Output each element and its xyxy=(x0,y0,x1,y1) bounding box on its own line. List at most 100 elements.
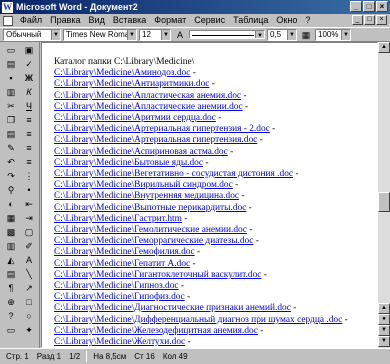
file-link[interactable]: C:\Library\Medicine\Гипноз.doc xyxy=(54,281,179,291)
menu-tools[interactable]: Сервис xyxy=(190,14,229,27)
menu-format[interactable]: Формат xyxy=(150,14,190,27)
line-width-select[interactable]: 0,5 ▼ xyxy=(267,28,297,41)
border-icon[interactable]: ▢ xyxy=(22,226,36,238)
file-link[interactable]: C:\Library\Medicine\Бытовые яды.doc xyxy=(54,158,203,168)
scroll-thumb[interactable] xyxy=(378,192,390,212)
chevron-down-icon[interactable]: ▼ xyxy=(287,29,296,40)
doc-minimize-button[interactable]: _ xyxy=(352,15,363,25)
file-link[interactable]: C:\Library\Medicine\Гепатит А.doc xyxy=(54,259,190,269)
prev-page-icon[interactable]: ▲ xyxy=(378,303,390,314)
chevron-down-icon[interactable]: ▼ xyxy=(127,29,136,40)
line-style-select[interactable]: ▼ xyxy=(189,30,265,39)
line-icon[interactable]: ╲ xyxy=(22,268,36,280)
maximize-button[interactable]: □ xyxy=(363,1,375,12)
bullets-icon[interactable]: • xyxy=(22,184,36,196)
table-icon[interactable]: ▦ xyxy=(4,212,18,224)
file-link[interactable]: C:\Library\Medicine\Гемолитические анеми… xyxy=(54,225,247,235)
file-link[interactable]: C:\Library\Medicine\Геморрагические диат… xyxy=(54,236,253,246)
oval-icon[interactable]: ○ xyxy=(22,310,36,322)
paste-icon[interactable]: ▤ xyxy=(4,128,18,140)
browse-object-icon[interactable]: ● xyxy=(378,314,390,325)
new-icon[interactable]: ▭ xyxy=(4,44,18,56)
file-link[interactable]: C:\Library\Medicine\Аспириновая астма.do… xyxy=(54,147,228,157)
document-icon[interactable] xyxy=(3,15,13,26)
style-select[interactable]: Обычный ▼ xyxy=(3,28,61,41)
vertical-scrollbar[interactable]: ▲ ▲ ● ▼ ▼ xyxy=(378,42,390,348)
file-link[interactable]: C:\Library\Medicine\Апластические анемии… xyxy=(54,102,243,112)
menu-table[interactable]: Таблица xyxy=(229,14,272,27)
next-page-icon[interactable]: ▼ xyxy=(378,325,390,336)
numbering-icon[interactable]: ⋮ xyxy=(22,170,36,182)
show-hide-icon[interactable]: ¶ xyxy=(4,282,18,294)
file-link[interactable]: C:\Library\Medicine\Желтухи.doc xyxy=(54,337,185,347)
file-link[interactable]: C:\Library\Medicine\Аритмии сердца.doc xyxy=(54,113,216,123)
border-icon[interactable]: ▦ xyxy=(299,29,313,41)
scroll-down-icon[interactable]: ▼ xyxy=(378,336,390,347)
align-left-icon[interactable]: ≡ xyxy=(22,114,36,126)
help-icon[interactable]: ? xyxy=(4,310,18,322)
indent-icon[interactable]: ⇥ xyxy=(22,212,36,224)
columns-icon[interactable]: ▥ xyxy=(4,240,18,252)
italic-icon[interactable]: К xyxy=(22,86,36,98)
justify-icon[interactable]: ≡ xyxy=(22,156,36,168)
file-link[interactable]: C:\Library\Medicine\Апластическая анемия… xyxy=(54,91,241,101)
file-link[interactable]: C:\Library\Medicine\Гигантоклеточный вас… xyxy=(54,270,261,280)
font-select[interactable]: Times New Roman ▼ xyxy=(63,28,137,41)
link-icon[interactable]: ⚲ xyxy=(4,184,18,196)
drawing-icon[interactable]: ◭ xyxy=(4,254,18,266)
highlight-icon[interactable]: ✐ xyxy=(22,240,36,252)
file-link[interactable]: C:\Library\Medicine\Артериальная гиперте… xyxy=(54,135,257,145)
menu-view[interactable]: Вид xyxy=(85,14,109,27)
menu-insert[interactable]: Вставка xyxy=(109,14,150,27)
chevron-down-icon[interactable]: ▼ xyxy=(255,31,264,38)
file-link[interactable]: C:\Library\Medicine\Дифференциальный диа… xyxy=(54,315,342,325)
file-link[interactable]: C:\Library\Medicine\Внутренняя медицина.… xyxy=(54,191,239,201)
menu-help[interactable]: ? xyxy=(301,14,314,27)
align-center-icon[interactable]: ≡ xyxy=(22,128,36,140)
file-link[interactable]: C:\Library\Medicine\Антиаритмики.doc xyxy=(54,79,209,89)
outdent-icon[interactable]: ⇤ xyxy=(22,198,36,210)
file-link[interactable]: C:\Library\Medicine\Диагностические приз… xyxy=(54,303,291,313)
document-content[interactable]: Каталог папки C:\Library\Medicine\ C:\Li… xyxy=(54,57,375,347)
zoom-select[interactable]: 100% ▼ xyxy=(315,28,351,41)
chevron-down-icon[interactable]: ▼ xyxy=(161,29,170,40)
spelling-icon[interactable]: ✓ xyxy=(22,58,36,70)
file-link[interactable]: C:\Library\Medicine\Вирильный синдром.do… xyxy=(54,180,233,190)
file-link[interactable]: C:\Library\Medicine\Артериальная гиперте… xyxy=(54,124,270,134)
print-icon[interactable]: ▥ xyxy=(4,86,18,98)
zoom-icon[interactable]: ⊕ xyxy=(4,296,18,308)
font-color-icon[interactable]: A xyxy=(22,254,36,266)
chevron-down-icon[interactable]: ▼ xyxy=(51,29,60,40)
underline-icon[interactable]: Ч xyxy=(22,100,36,112)
minimize-button[interactable]: _ xyxy=(350,1,362,12)
chevron-down-icon[interactable]: ▼ xyxy=(341,29,350,40)
scroll-up-icon[interactable]: ▲ xyxy=(378,42,390,53)
menu-edit[interactable]: Правка xyxy=(46,14,84,27)
format-painter-icon[interactable]: ✎ xyxy=(4,142,18,154)
font-size-select[interactable]: 12 ▼ xyxy=(139,28,171,41)
word-app-icon[interactable]: W xyxy=(2,1,13,13)
close-button[interactable]: × xyxy=(376,1,388,12)
doc-close-button[interactable]: × xyxy=(376,15,387,25)
file-link[interactable]: C:\Library\Medicine\Гастрит.htm xyxy=(54,214,182,224)
document-area[interactable]: Каталог папки C:\Library\Medicine\ C:\Li… xyxy=(41,42,378,348)
textbox-icon[interactable]: ▭ xyxy=(4,324,18,336)
file-link[interactable]: C:\Library\Medicine\Выпотные перикардиты… xyxy=(54,203,246,213)
arrow-icon[interactable]: ↗ xyxy=(22,282,36,294)
web-toolbar-icon[interactable]: ◐ xyxy=(4,198,18,210)
align-right-icon[interactable]: ≡ xyxy=(22,142,36,154)
document-map-icon[interactable]: ▤ xyxy=(4,268,18,280)
print-preview-icon[interactable]: ▣ xyxy=(22,44,36,56)
file-link[interactable]: C:\Library\Medicine\Гемофилия.doc xyxy=(54,247,195,257)
save-icon[interactable]: ▪ xyxy=(4,72,18,84)
redo-icon[interactable]: ↷ xyxy=(4,170,18,182)
excel-icon[interactable]: ▩ xyxy=(4,226,18,238)
open-icon[interactable]: ▤ xyxy=(4,58,18,70)
undo-icon[interactable]: ↶ xyxy=(4,156,18,168)
rectangle-icon[interactable]: □ xyxy=(22,296,36,308)
bold-icon[interactable]: Ж xyxy=(22,72,36,84)
file-link[interactable]: C:\Library\Medicine\Вегетативно - сосуди… xyxy=(54,169,293,179)
doc-restore-button[interactable]: □ xyxy=(364,15,375,25)
cut-icon[interactable]: ✂ xyxy=(4,100,18,112)
file-link[interactable]: C:\Library\Medicine\Железодефицитная ане… xyxy=(54,326,258,336)
